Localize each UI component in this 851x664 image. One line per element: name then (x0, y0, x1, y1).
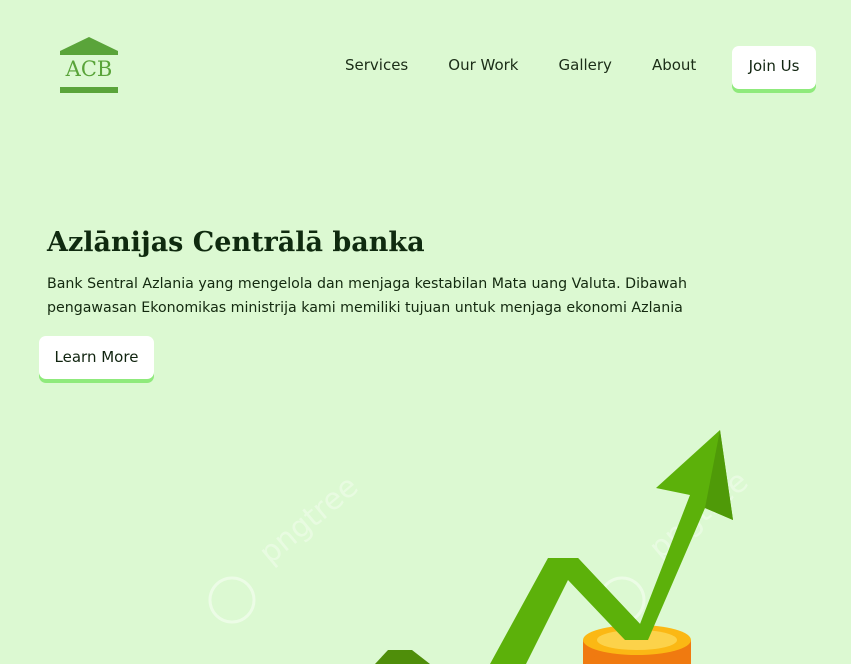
growth-arrow-coins-icon: pngtree pngtree (208, 430, 755, 664)
nav-services[interactable]: Services (345, 56, 408, 74)
hero-description-line2: pengawasan Ekonomikas ministrija kami me… (47, 300, 683, 316)
main-nav: Services Our Work Gallery About (345, 56, 736, 74)
svg-text:pngtree: pngtree (253, 469, 365, 571)
nav-our-work[interactable]: Our Work (448, 56, 518, 74)
nav-gallery[interactable]: Gallery (559, 56, 612, 74)
nav-about[interactable]: About (652, 56, 696, 74)
logo-text: ACB (65, 57, 113, 81)
learn-more-button[interactable]: Learn More (39, 336, 154, 379)
logo[interactable]: ACB (58, 35, 120, 97)
hero-description-line1: Bank Sentral Azlania yang mengelola dan … (47, 276, 687, 292)
hero-description: Bank Sentral Azlania yang mengelola dan … (47, 272, 747, 320)
join-us-button[interactable]: Join Us (732, 46, 816, 89)
hero-title: Azlānijas Centrālā banka (47, 227, 425, 258)
